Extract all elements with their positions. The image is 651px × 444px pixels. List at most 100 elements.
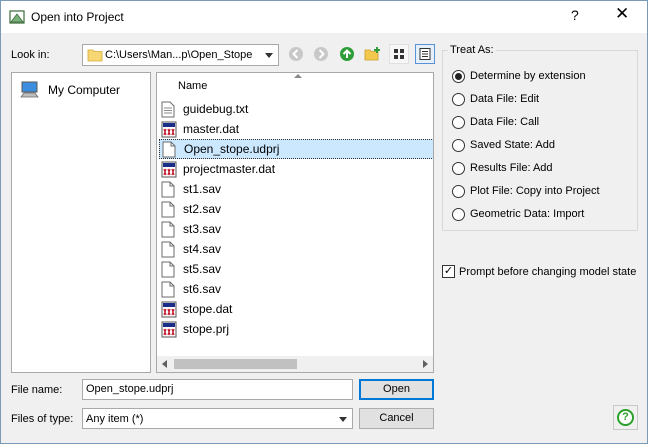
scrollbar-thumb[interactable] — [174, 359, 297, 369]
file-row[interactable]: guidebug.txt — [159, 99, 433, 119]
file-name: st6.sav — [183, 282, 222, 296]
dat-file-icon — [161, 161, 177, 178]
files-of-type-combo[interactable]: Any item (*) — [82, 408, 353, 429]
file-name: st4.sav — [183, 242, 222, 256]
file-row[interactable]: st5.sav — [159, 259, 433, 279]
scroll-right-icon[interactable] — [423, 360, 428, 368]
dat-file-icon — [161, 301, 177, 318]
title-bar: Open into Project ? ✕ — [1, 1, 647, 33]
prompt-checkbox[interactable]: ✓ — [442, 265, 455, 278]
places-sidebar: My Computer — [11, 72, 151, 373]
treat-as-option[interactable]: Results File: Add — [452, 160, 553, 176]
radio-unselected[interactable] — [452, 115, 465, 129]
file-name: guidebug.txt — [183, 102, 249, 116]
look-in-combo[interactable]: C:\Users\Man...p\Open_Stope — [82, 44, 279, 66]
open-button[interactable]: Open — [359, 379, 434, 400]
file-row[interactable]: projectmaster.dat — [159, 159, 433, 179]
blank-file-icon — [161, 221, 177, 238]
dat-file-icon — [161, 121, 177, 138]
treat-as-option-label: Geometric Data: Import — [470, 208, 585, 220]
blank-file-icon — [161, 261, 177, 278]
cancel-button[interactable]: Cancel — [359, 408, 434, 429]
blank-file-icon — [161, 241, 177, 258]
close-button[interactable]: ✕ — [615, 4, 629, 24]
file-row[interactable]: st4.sav — [159, 239, 433, 259]
open-into-project-dialog: Open into Project ? ✕ Look in: C:\Users\… — [0, 0, 648, 444]
dat-file-icon — [161, 321, 177, 338]
treat-as-option[interactable]: Data File: Edit — [452, 91, 539, 107]
window-title: Open into Project — [31, 10, 124, 24]
file-name: st1.sav — [183, 182, 222, 196]
radio-unselected[interactable] — [452, 184, 465, 198]
treat-as-option-label: Data File: Call — [470, 116, 540, 128]
file-row[interactable]: st2.sav — [159, 199, 433, 219]
scroll-left-icon[interactable] — [162, 360, 167, 368]
radio-unselected[interactable] — [452, 92, 465, 106]
treat-as-option[interactable]: Plot File: Copy into Project — [452, 183, 600, 199]
chevron-down-icon[interactable] — [265, 53, 273, 58]
treat-as-option-label: Results File: Add — [470, 162, 553, 174]
new-folder-icon[interactable] — [364, 46, 382, 62]
file-row[interactable]: stope.prj — [159, 319, 433, 339]
file-row[interactable]: st3.sav — [159, 219, 433, 239]
blank-file-icon — [162, 141, 178, 158]
treat-as-option-label: Determine by extension — [470, 70, 586, 82]
file-name: master.dat — [183, 122, 240, 136]
column-header-name[interactable]: Name — [157, 73, 433, 97]
prompt-checkbox-row[interactable]: ✓ Prompt before changing model state — [442, 265, 636, 278]
radio-selected[interactable] — [452, 69, 465, 83]
file-row[interactable]: master.dat — [159, 119, 433, 139]
blank-file-icon — [161, 181, 177, 198]
file-row[interactable]: st6.sav — [159, 279, 433, 299]
file-name: stope.dat — [183, 302, 233, 316]
chevron-down-icon[interactable] — [339, 417, 347, 422]
horizontal-scrollbar[interactable] — [157, 356, 433, 372]
back-icon[interactable] — [288, 46, 304, 62]
treat-as-option[interactable]: Geometric Data: Import — [452, 206, 584, 222]
up-folder-icon[interactable] — [339, 46, 355, 62]
treat-as-option[interactable]: Determine by extension — [452, 68, 586, 84]
file-name: stope.prj — [183, 322, 230, 336]
treat-as-option-label: Data File: Edit — [470, 93, 540, 105]
radio-unselected[interactable] — [452, 161, 465, 175]
forward-icon[interactable] — [313, 46, 329, 62]
look-in-path: C:\Users\Man...p\Open_Stope — [105, 49, 253, 61]
sort-ascending-icon — [294, 74, 302, 78]
file-row[interactable]: Open_stope.udprj — [159, 139, 433, 159]
files-of-type-label: Files of type: — [11, 413, 74, 425]
file-name: st2.sav — [183, 202, 222, 216]
list-view-button[interactable] — [389, 44, 409, 64]
treat-as-option-label: Saved State: Add — [470, 139, 556, 151]
computer-icon — [20, 81, 39, 98]
treat-as-title: Treat As: — [448, 44, 496, 56]
title-help-button[interactable]: ? — [571, 7, 579, 23]
list-view-icon — [394, 49, 404, 59]
prompt-label: Prompt before changing model state — [459, 265, 637, 278]
files-of-type-value: Any item (*) — [86, 413, 144, 425]
file-name: st3.sav — [183, 222, 222, 236]
blank-file-icon — [161, 201, 177, 218]
file-name: st5.sav — [183, 262, 222, 276]
file-name: Open_stope.udprj — [184, 142, 280, 156]
look-in-label: Look in: — [11, 49, 50, 61]
radio-unselected[interactable] — [452, 207, 465, 221]
file-name-label: File name: — [11, 384, 63, 396]
app-icon — [9, 10, 25, 24]
sidebar-item-my-computer[interactable]: My Computer — [20, 81, 120, 99]
file-name: projectmaster.dat — [183, 162, 276, 176]
radio-unselected[interactable] — [452, 138, 465, 152]
file-list[interactable]: Name guidebug.txt master.dat Open_stope.ud… — [156, 72, 434, 373]
treat-as-option[interactable]: Data File: Call — [452, 114, 539, 130]
help-icon[interactable]: ? — [617, 409, 634, 426]
text-file-icon — [161, 101, 177, 118]
column-header-label: Name — [178, 80, 208, 92]
sidebar-item-label: My Computer — [48, 83, 121, 97]
detail-view-icon — [419, 48, 431, 60]
file-row[interactable]: st1.sav — [159, 179, 433, 199]
folder-icon — [87, 49, 103, 62]
file-row[interactable]: stope.dat — [159, 299, 433, 319]
file-name-input[interactable]: Open_stope.udprj — [82, 379, 353, 400]
treat-as-option[interactable]: Saved State: Add — [452, 137, 555, 153]
detail-view-button[interactable] — [415, 44, 435, 64]
treat-as-option-label: Plot File: Copy into Project — [470, 185, 600, 197]
